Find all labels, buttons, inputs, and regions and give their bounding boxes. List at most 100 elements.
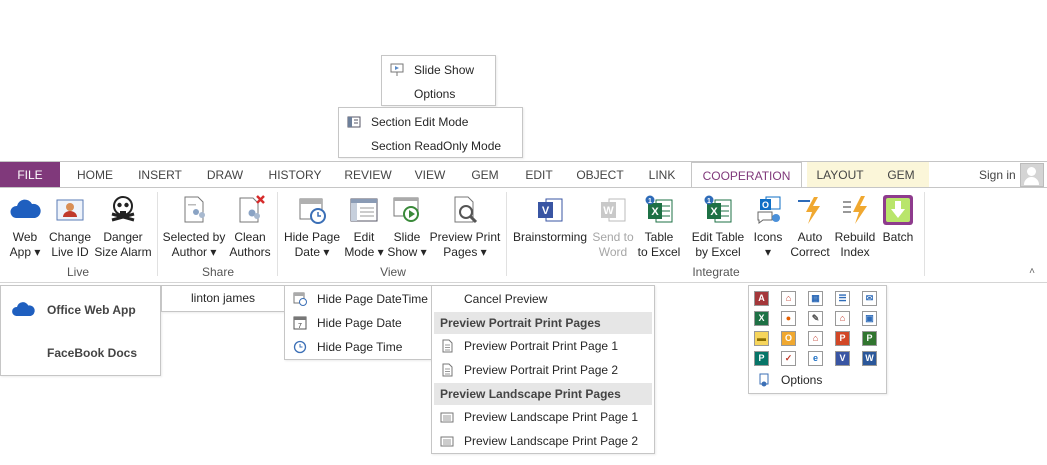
document-pen-icon[interactable]: ✎ <box>808 311 823 326</box>
clean-authors-button[interactable]: Clean Authors <box>228 194 272 260</box>
landscape-page-2-item[interactable]: Preview Landscape Print Page 2 <box>432 429 654 453</box>
office-web-app-label: Office Web App <box>47 303 136 317</box>
section-edit-mode-label: Section Edit Mode <box>371 115 469 129</box>
word-icon[interactable]: W <box>862 351 877 366</box>
tab-link[interactable]: LINK <box>640 162 684 188</box>
tab-history[interactable]: HISTORY <box>262 162 328 188</box>
tab-edit[interactable]: EDIT <box>516 162 562 188</box>
tab-insert[interactable]: INSERT <box>130 162 190 188</box>
tab-object[interactable]: OBJECT <box>570 162 630 188</box>
tab-gem-context[interactable]: GEM <box>873 162 929 188</box>
brainstorming-button[interactable]: V Brainstorming <box>510 194 590 245</box>
send-to-word-button[interactable]: W Send to Word <box>590 194 636 260</box>
word-icon: W <box>601 198 626 222</box>
tab-home[interactable]: HOME <box>66 162 124 188</box>
edit-table-by-excel-button[interactable]: X1 Edit Table by Excel <box>688 194 748 260</box>
hide-page-date-button[interactable]: Hide Page Date ▾ <box>282 194 342 260</box>
group-separator <box>506 192 507 276</box>
auto-correct-label-2: Correct <box>790 245 830 259</box>
section-readonly-mode-item[interactable]: Section ReadOnly Mode <box>339 134 522 158</box>
portrait-page-2-item[interactable]: Preview Portrait Print Page 2 <box>432 358 654 382</box>
preview-print-pages-label-2: Pages ▾ <box>443 245 487 259</box>
slide-show-menu-item[interactable]: Slide Show <box>382 58 495 82</box>
edit-mode-label-1: Edit <box>353 230 375 244</box>
collapse-ribbon-icon[interactable]: ˄ <box>1029 266 1035 277</box>
group-live-label: Live <box>66 265 89 279</box>
tab-layout[interactable]: LAYOUT <box>807 162 873 188</box>
powerpoint-icon[interactable]: P <box>835 331 850 346</box>
contact-card-icon[interactable]: ☰ <box>835 291 850 306</box>
table-to-excel-label-2: to Excel <box>637 245 681 259</box>
publisher-icon[interactable]: P <box>754 351 769 366</box>
slideshow-icon <box>393 197 419 222</box>
avatar[interactable] <box>1020 163 1044 187</box>
access-icon[interactable]: A <box>754 291 769 306</box>
skull-icon <box>111 196 135 222</box>
landscape-page-1-item[interactable]: Preview Landscape Print Page 1 <box>432 405 654 429</box>
facebook-docs-item[interactable]: FaceBook Docs <box>1 340 160 366</box>
hide-page-date-item[interactable]: 7 Hide Page Date <box>285 311 431 335</box>
outlook-icon[interactable]: O <box>781 331 796 346</box>
slideshow-icon <box>390 63 404 76</box>
firefox-icon[interactable]: ● <box>781 311 796 326</box>
pdf-alt-icon[interactable]: ⌂ <box>808 331 823 346</box>
note-icon[interactable]: ▬ <box>754 331 769 346</box>
tab-review[interactable]: REVIEW <box>338 162 398 188</box>
icons-options-item[interactable]: Options <box>749 368 886 392</box>
change-live-id-label-1: Change <box>48 230 92 244</box>
project-icon[interactable]: P <box>862 331 877 346</box>
danger-size-alarm-button[interactable]: Danger Size Alarm <box>94 194 152 260</box>
author-item[interactable]: linton james <box>162 286 284 310</box>
svg-text:X: X <box>710 206 718 218</box>
envelope-icon[interactable]: ✉ <box>862 291 877 306</box>
icons-label-1: Icons <box>753 230 783 244</box>
sign-in-link[interactable]: Sign in <box>979 162 1016 188</box>
tab-file[interactable]: FILE <box>0 162 60 188</box>
web-app-button[interactable]: Web App ▾ <box>4 194 46 260</box>
icons-button[interactable]: O Icons ▾ <box>748 194 788 260</box>
slide-options-menu-item[interactable]: Options <box>382 82 495 106</box>
visio-icon[interactable]: V <box>835 351 850 366</box>
table-to-excel-button[interactable]: X1 Table to Excel <box>636 194 682 260</box>
office-web-app-item[interactable]: Office Web App <box>1 296 160 324</box>
selected-by-author-button[interactable]: Selected by Author ▾ <box>162 194 226 260</box>
section-edit-icon <box>347 116 361 128</box>
preview-print-pages-button[interactable]: Preview Print Pages ▾ <box>428 194 502 260</box>
pdf-icon[interactable]: ⌂ <box>781 291 796 306</box>
landscape-page-icon <box>440 436 454 447</box>
cancel-preview-item[interactable]: Cancel Preview <box>432 287 654 311</box>
section-edit-mode-item[interactable]: Section Edit Mode <box>339 110 522 134</box>
hide-page-datetime-label: Hide Page DateTime <box>317 292 428 306</box>
tab-draw[interactable]: DRAW <box>196 162 254 188</box>
excel-icon[interactable]: X <box>754 311 769 326</box>
slide-show-label: Slide Show <box>414 63 475 77</box>
tab-gem[interactable]: GEM <box>462 162 508 188</box>
change-live-id-button[interactable]: Change Live ID <box>46 194 94 260</box>
hide-page-datetime-item[interactable]: Hide Page DateTime <box>285 287 431 311</box>
lightning-icon <box>798 197 820 224</box>
batch-button[interactable]: Batch <box>878 194 918 245</box>
pdf-doc-icon[interactable]: ⌂ <box>835 311 850 326</box>
rebuild-index-button[interactable]: Rebuild Index <box>832 194 878 260</box>
landscape-page-icon <box>440 412 454 423</box>
tab-cooperation[interactable]: COOPERATION <box>691 162 802 190</box>
calendar-icon[interactable]: ▦ <box>808 291 823 306</box>
print-preview-icon <box>454 196 478 224</box>
contact-grid-icon[interactable]: ▣ <box>862 311 877 326</box>
web-app-menu: Office Web App FaceBook Docs <box>0 285 161 376</box>
auto-correct-button[interactable]: Auto Correct <box>790 194 830 260</box>
slide-show-button[interactable]: Slide Show ▾ <box>386 194 428 260</box>
hide-page-time-item[interactable]: Hide Page Time <box>285 335 431 359</box>
web-app-label-1: Web <box>12 230 38 244</box>
calendar-icon: 7 <box>293 316 307 330</box>
section-mode-menu: Section Edit Mode Section ReadOnly Mode <box>338 107 523 158</box>
document-users-icon <box>184 196 205 223</box>
svg-text:1: 1 <box>648 198 652 205</box>
edit-mode-button[interactable]: Edit Mode ▾ <box>342 194 386 260</box>
document-check-icon[interactable]: ✓ <box>781 351 796 366</box>
tab-view[interactable]: VIEW <box>406 162 454 188</box>
ie-icon[interactable]: e <box>808 351 823 366</box>
clean-authors-label-1: Clean <box>234 230 266 244</box>
portrait-page-1-item[interactable]: Preview Portrait Print Page 1 <box>432 334 654 358</box>
batch-icon <box>883 195 913 225</box>
